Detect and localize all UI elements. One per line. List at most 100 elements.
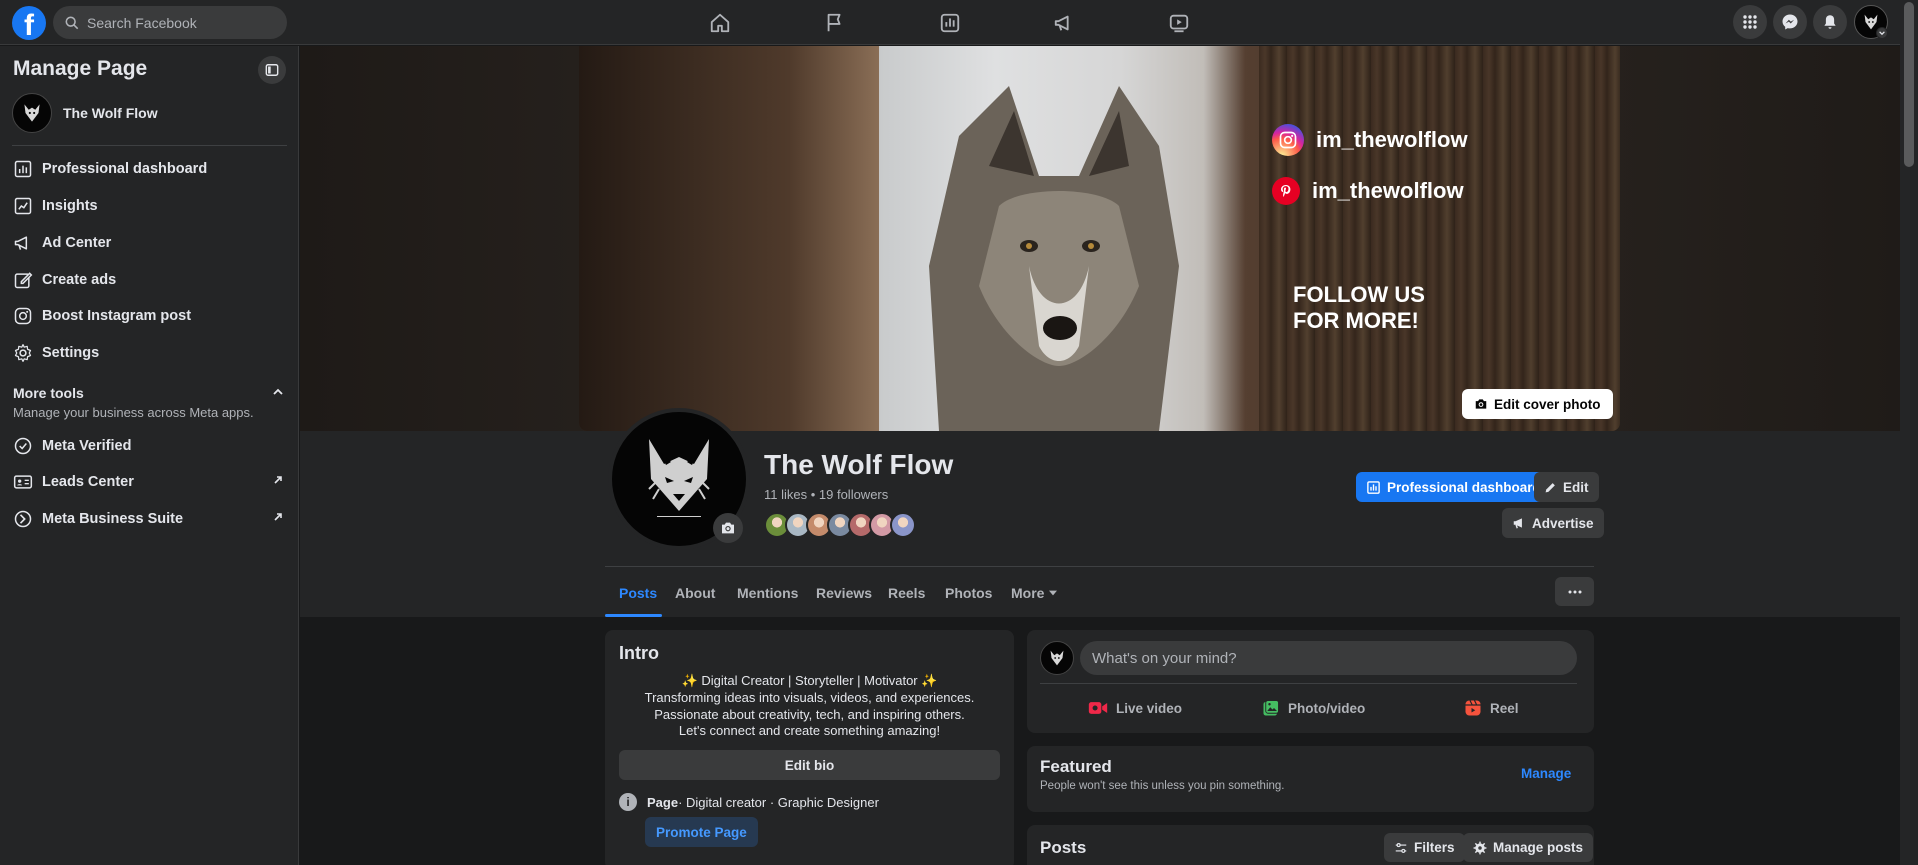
edit-cover-photo-button[interactable]: Edit cover photo: [1462, 389, 1613, 419]
page-name: The Wolf Flow: [63, 105, 158, 121]
sidebar-item-insights[interactable]: Insights: [12, 189, 288, 223]
pinterest-icon: [1272, 177, 1300, 205]
bar-chart-icon: [940, 13, 960, 33]
sidebar-item-meta-verified[interactable]: Meta Verified: [12, 429, 288, 463]
more-options-button[interactable]: [1555, 577, 1594, 606]
wolf-photo: [929, 86, 1179, 431]
wolf-logo-icon: [24, 104, 40, 122]
page-category: · Digital creator · Graphic Designer: [678, 794, 879, 810]
live-video-label: Live video: [1116, 700, 1183, 716]
follower-avatars[interactable]: [764, 512, 916, 538]
page-label: Page: [647, 794, 679, 810]
bio-line-1: ✨ Digital Creator | Storyteller | Motiva…: [681, 673, 938, 688]
sidebar-item-ad-center[interactable]: Ad Center: [12, 226, 288, 260]
edit-bio-button[interactable]: Edit bio: [619, 750, 1000, 780]
composer-avatar[interactable]: [1040, 641, 1074, 675]
notifications-button[interactable]: [1813, 5, 1847, 39]
professional-dashboard-button[interactable]: Professional dashboard: [1356, 472, 1551, 502]
reel-button[interactable]: Reel: [1464, 692, 1519, 724]
more-tools-heading[interactable]: More tools: [13, 385, 84, 401]
sidebar-item-label: Leads Center: [42, 474, 134, 490]
instagram-icon: [12, 305, 34, 327]
page-category-row: i Page · Digital creator · Graphic Desig…: [619, 793, 879, 811]
search-input[interactable]: [87, 14, 277, 31]
featured-card: Featured People won't see this unless yo…: [1027, 746, 1594, 812]
manage-posts-button[interactable]: Manage posts: [1463, 833, 1594, 862]
chevron-down-icon: [1879, 31, 1885, 36]
professional-dashboard-label: Professional dashboard: [1387, 479, 1541, 495]
cover-tree-left: [579, 46, 879, 431]
photo-icon: [1263, 700, 1279, 716]
follower-avatar[interactable]: [890, 512, 916, 538]
id-card-icon: [12, 471, 34, 493]
intro-title: Intro: [619, 643, 659, 663]
sidebar-item-label: Meta Verified: [42, 438, 132, 454]
insights-nav-button[interactable]: [920, 4, 980, 42]
gear-icon: [1473, 841, 1487, 854]
page-avatar: [12, 93, 52, 133]
pencil-icon: [12, 269, 34, 291]
messenger-button[interactable]: [1773, 5, 1807, 39]
collapse-sidebar-button[interactable]: [258, 56, 286, 84]
update-profile-picture-button[interactable]: [713, 513, 743, 543]
live-video-icon: [1088, 702, 1108, 714]
search-box[interactable]: [53, 6, 287, 39]
dashboard-icon: [12, 158, 34, 180]
megaphone-icon: [12, 232, 34, 254]
gear-icon: [12, 342, 34, 364]
sidebar-item-boost-instagram-post[interactable]: Boost Instagram post: [12, 299, 288, 333]
video-nav-button[interactable]: [1149, 4, 1209, 42]
sidebar-item-leads-center[interactable]: Leads Center: [12, 465, 288, 499]
edit-label: Edit: [1563, 479, 1589, 495]
featured-manage-link[interactable]: Manage: [1521, 766, 1571, 781]
video-play-icon: [1169, 14, 1189, 33]
manage-page-sidebar: Manage Page The Wolf Flow Professional d…: [0, 46, 299, 865]
pages-nav-button[interactable]: [805, 4, 865, 42]
instagram-handle-text: im_thewolflow: [1316, 127, 1468, 152]
filters-button[interactable]: Filters: [1384, 833, 1465, 862]
likes-followers-count[interactable]: 11 likes • 19 followers: [764, 487, 888, 502]
profile-header: [300, 431, 1900, 617]
tab-more[interactable]: More: [1007, 569, 1061, 617]
tab-more-label: More: [1011, 585, 1045, 601]
advertise-button[interactable]: Advertise: [1502, 508, 1604, 538]
photo-video-button[interactable]: Photo/video: [1262, 692, 1365, 724]
whats-on-your-mind-input[interactable]: [1080, 641, 1577, 675]
tab-mentions[interactable]: Mentions: [733, 569, 802, 617]
photo-video-label: Photo/video: [1288, 700, 1366, 716]
facebook-logo[interactable]: f: [12, 6, 46, 40]
more-tools-subtitle: Manage your business across Meta apps.: [13, 405, 254, 420]
edit-page-button[interactable]: Edit: [1534, 472, 1599, 502]
sidebar-item-meta-business-suite[interactable]: Meta Business Suite: [12, 502, 288, 536]
posts-card: Posts Filters Manage posts: [1027, 825, 1594, 865]
scrollbar-thumb[interactable]: [1904, 2, 1914, 167]
sidebar-item-create-ads[interactable]: Create ads: [12, 263, 288, 297]
dashboard-icon: [1367, 480, 1380, 494]
sidebar-item-professional-dashboard[interactable]: Professional dashboard: [12, 152, 288, 186]
sidebar-item-label: Meta Business Suite: [42, 511, 184, 527]
tab-photos[interactable]: Photos: [941, 569, 996, 617]
page-scrollbar[interactable]: [1900, 0, 1918, 865]
reel-label: Reel: [1490, 700, 1519, 716]
edit-cover-label: Edit cover photo: [1494, 396, 1601, 412]
promote-page-button[interactable]: Promote Page: [645, 817, 758, 847]
megaphone-icon: [1054, 15, 1069, 31]
more-tools-collapse[interactable]: [272, 386, 284, 398]
home-nav-button[interactable]: [690, 4, 750, 42]
tab-about[interactable]: About: [671, 569, 719, 617]
pinterest-handle-text: im_thewolflow: [1312, 178, 1464, 203]
sidebar-item-settings[interactable]: Settings: [12, 336, 288, 370]
cover-photo[interactable]: im_thewolflow im_thewolflow FOLLOW US FO…: [579, 46, 1620, 431]
sidebar-item-label: Professional dashboard: [42, 161, 208, 177]
tab-reviews[interactable]: Reviews: [812, 569, 876, 617]
current-page-switcher[interactable]: The Wolf Flow: [12, 93, 158, 133]
live-video-button[interactable]: Live video: [1088, 692, 1182, 724]
follow-line-1: FOLLOW US: [1293, 282, 1425, 307]
tab-posts[interactable]: Posts: [615, 569, 661, 617]
insights-icon: [12, 195, 34, 217]
menu-button[interactable]: [1733, 5, 1767, 39]
ads-nav-button[interactable]: [1034, 4, 1094, 42]
account-menu-caret[interactable]: [1876, 27, 1888, 39]
tab-reels[interactable]: Reels: [884, 569, 929, 617]
instagram-handle-overlay: im_thewolflow: [1272, 124, 1468, 156]
